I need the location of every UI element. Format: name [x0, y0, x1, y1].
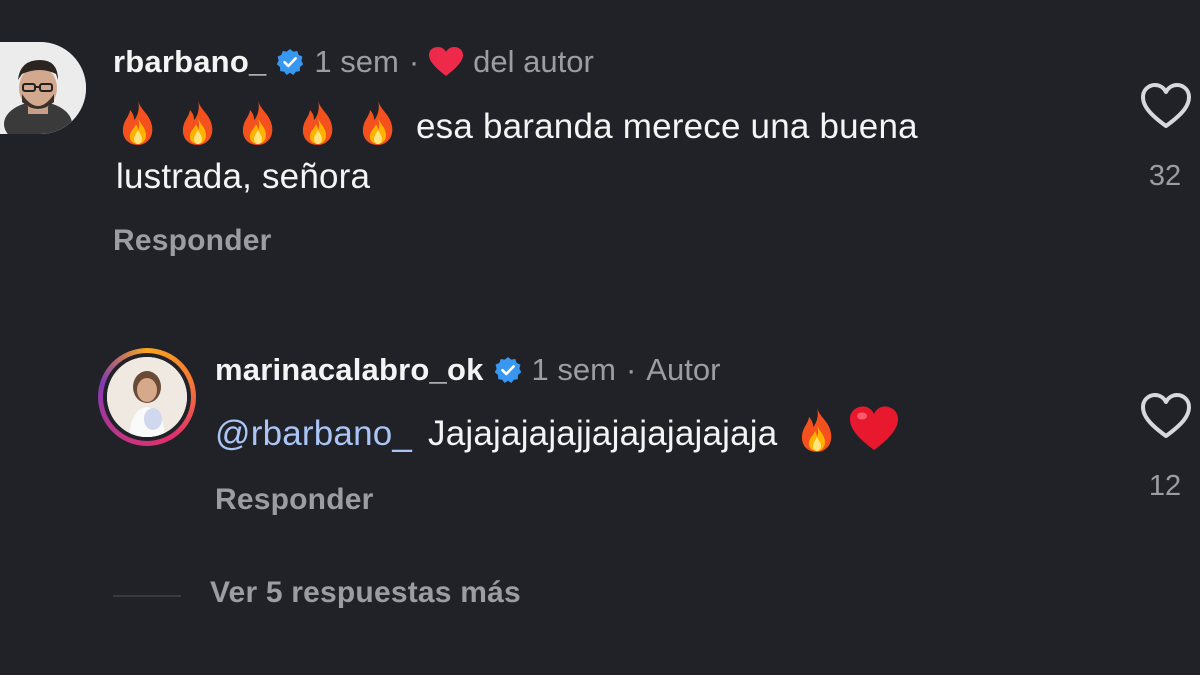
- fire-emoji-icon: [296, 98, 340, 146]
- avatar-ring-inner: [103, 353, 191, 441]
- reply-time: 1 sem: [531, 352, 616, 387]
- reply-text: @rbarbano_ Jajajajajajjajajajajajaja: [215, 405, 915, 459]
- fire-emoji-icon: [795, 405, 839, 453]
- reply-mention-link[interactable]: @rbarbano_: [215, 414, 412, 453]
- reply-like-count: 12: [1148, 470, 1182, 502]
- reply-like-heart-icon[interactable]: [1140, 392, 1192, 440]
- comment-reply-button[interactable]: Responder: [113, 224, 272, 258]
- liked-by-author-label: del autor: [473, 44, 594, 79]
- reply-text-body: Jajajajajajjajajajajajaja: [428, 414, 778, 453]
- comment-text: esa baranda merece una buena lustrada, s…: [116, 98, 1106, 202]
- comment-username[interactable]: rbarbano_: [113, 44, 266, 80]
- avatar-marinacalabro: [107, 357, 187, 437]
- reply-header: marinacalabro_ok 1 sem · Autor: [215, 352, 720, 388]
- separator-dot: ·: [625, 352, 637, 387]
- verified-badge-icon: [494, 356, 522, 384]
- avatar-rbarbano[interactable]: [0, 42, 86, 134]
- comment-header: rbarbano_ 1 sem · del autor: [113, 44, 594, 80]
- reply-reply-button[interactable]: Responder: [215, 483, 374, 517]
- comment-text-part1: esa baranda merece una buena: [416, 107, 918, 146]
- separator-dot: ·: [408, 44, 420, 79]
- red-heart-emoji-icon: [849, 405, 899, 453]
- fire-emoji-icon: [176, 98, 220, 146]
- author-heart-icon: [429, 47, 464, 77]
- comment-text-line2: lustrada, señora: [116, 157, 371, 196]
- avatar-photo: [107, 357, 187, 437]
- avatar-photo: [0, 42, 86, 134]
- avatar-marinacalabro-story-ring[interactable]: [98, 348, 196, 446]
- comment-like-count: 32: [1148, 160, 1182, 192]
- view-more-divider: [113, 595, 181, 597]
- reply-username[interactable]: marinacalabro_ok: [215, 352, 484, 388]
- fire-emoji-icon: [116, 98, 160, 146]
- comment-text-line1: esa baranda merece una buena: [116, 98, 1106, 152]
- comment-like-heart-icon[interactable]: [1140, 82, 1192, 130]
- view-more-replies-button[interactable]: Ver 5 respuestas más: [210, 576, 521, 610]
- author-label: Autor: [646, 352, 721, 387]
- fire-emoji-icon: [236, 98, 280, 146]
- verified-badge-icon: [276, 48, 304, 76]
- fire-emoji-icon: [356, 98, 400, 146]
- comment-time: 1 sem: [314, 44, 399, 79]
